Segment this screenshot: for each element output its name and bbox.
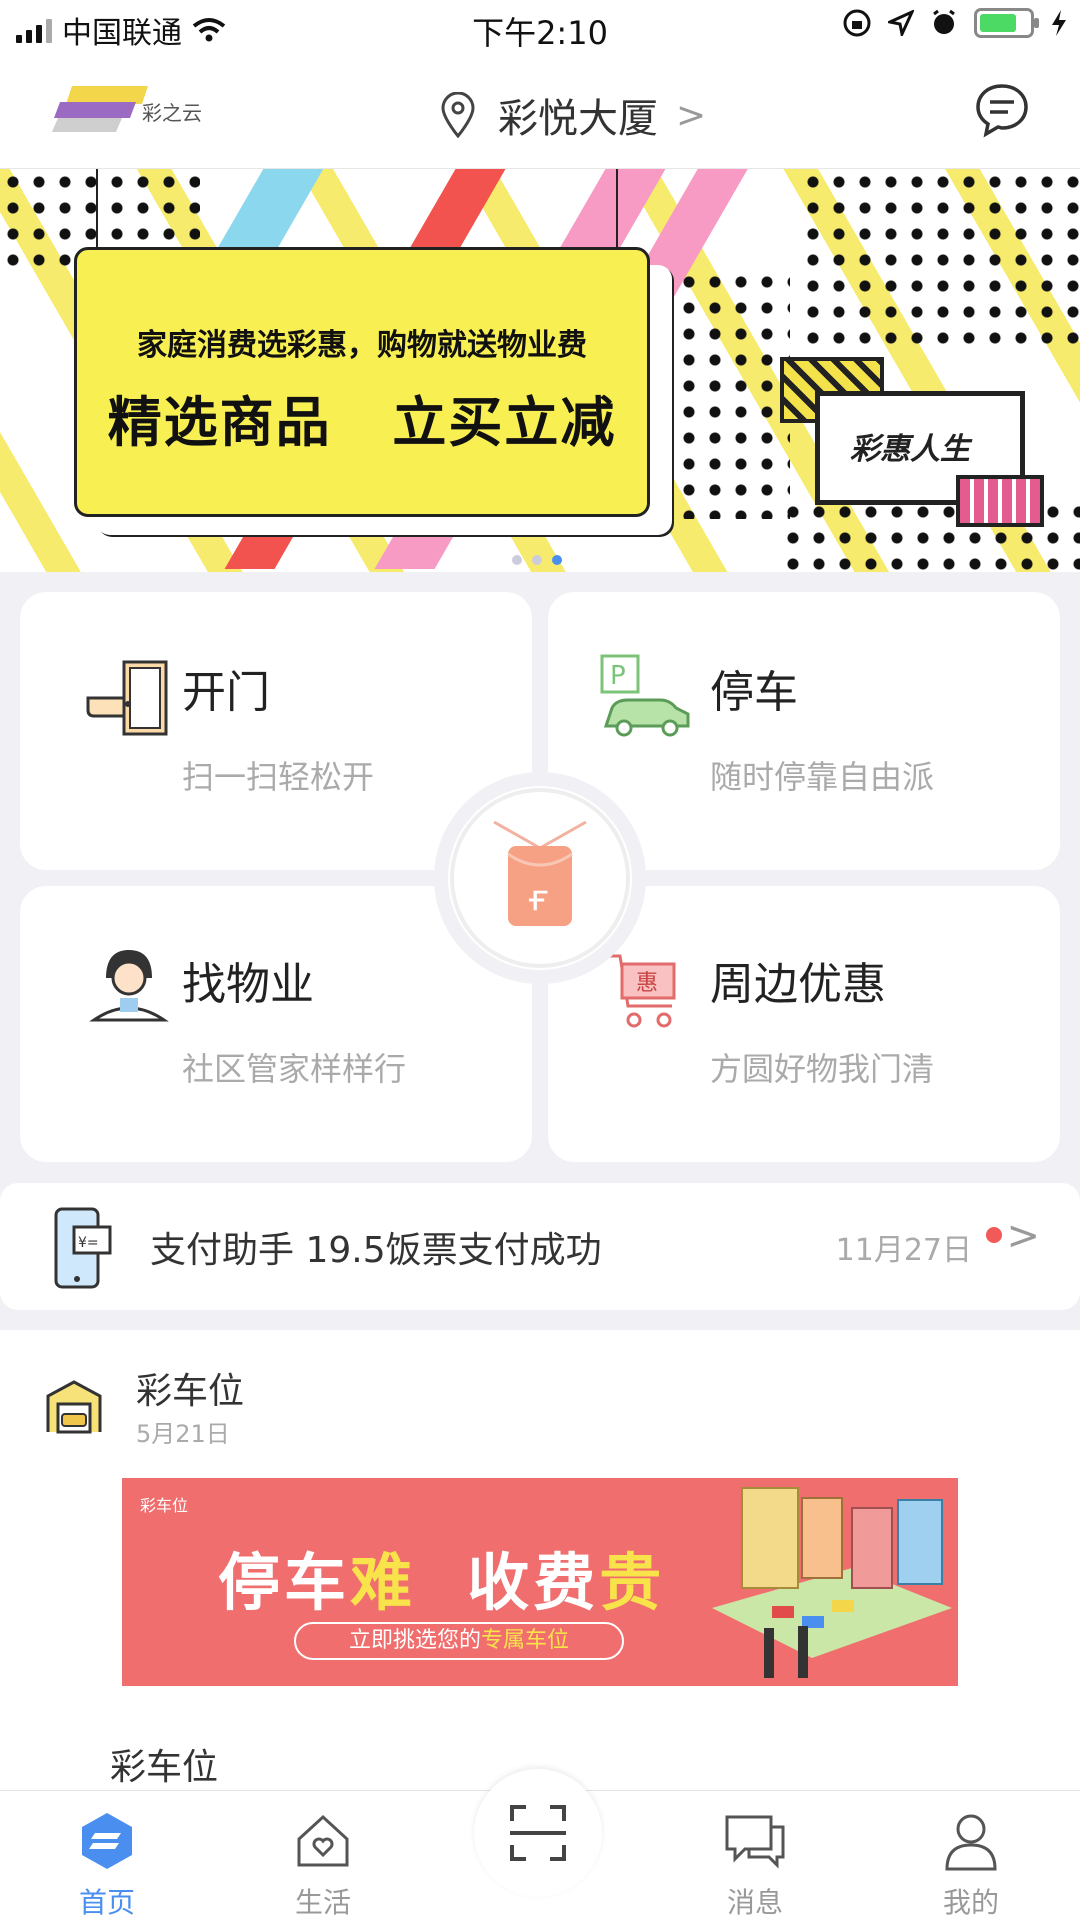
logo-text: 彩之云 bbox=[142, 101, 202, 125]
ad-headline-highlight: 贵 bbox=[599, 1546, 666, 1619]
parking-ad-banner[interactable]: 彩车位 停车难 收费贵 立即挑选您的专属车位 bbox=[122, 1478, 958, 1686]
unread-dot bbox=[986, 1227, 1002, 1243]
service-subtitle: 扫一扫轻松开 bbox=[182, 758, 375, 796]
pager-dot bbox=[512, 555, 522, 565]
feed-date: 5月21日 bbox=[136, 1420, 230, 1448]
scan-button[interactable] bbox=[474, 1769, 602, 1897]
service-subtitle: 随时停靠自由派 bbox=[710, 758, 935, 796]
payment-notice-row[interactable]: ¥= 支付助手 19.5饭票支付成功 11月27日 > bbox=[0, 1183, 1080, 1310]
rotation-lock-icon bbox=[843, 9, 871, 37]
ad-headline: 停车难 收费贵 bbox=[218, 1532, 665, 1622]
banner-dots-right bbox=[800, 169, 1080, 349]
status-bar: 中国联通 下午2:10 bbox=[0, 0, 1080, 56]
city-buildings-illustration bbox=[712, 1487, 952, 1678]
status-right bbox=[842, 8, 1068, 38]
ad-headline-part: 收费 bbox=[467, 1546, 600, 1619]
house-heart-icon bbox=[297, 1814, 349, 1867]
top-header: 彩之云 彩悦大厦 > bbox=[0, 56, 1080, 169]
svg-text:P: P bbox=[610, 661, 626, 691]
banner-tag-text: 彩惠人生 bbox=[850, 432, 970, 467]
tab-label: 我的 bbox=[942, 1886, 999, 1919]
chat-icon bbox=[725, 1815, 785, 1869]
envelope-glyph: ғ bbox=[528, 878, 549, 919]
tab-label: 消息 bbox=[726, 1886, 783, 1919]
alarm-icon bbox=[933, 9, 955, 34]
tab-label: 首页 bbox=[78, 1886, 135, 1919]
svg-text:惠: 惠 bbox=[636, 971, 658, 996]
battery-icon bbox=[974, 8, 1039, 38]
service-subtitle: 方圆好物我门清 bbox=[710, 1050, 935, 1088]
tag-barcode bbox=[956, 475, 1044, 527]
service-title: 找物业 bbox=[182, 959, 314, 1010]
location-chevron-icon: > bbox=[676, 94, 707, 136]
garage-icon bbox=[46, 1380, 102, 1434]
ad-brand: 彩车位 bbox=[140, 1496, 189, 1515]
tab-messages[interactable]: 消息 bbox=[690, 1811, 820, 1921]
banner-pager bbox=[512, 555, 562, 565]
notice-text: 支付助手 19.5饭票支付成功 bbox=[150, 1230, 602, 1271]
red-envelope-button[interactable]: ғ bbox=[448, 786, 632, 970]
tab-label: 生活 bbox=[294, 1886, 351, 1919]
phone-payment-icon: ¥= bbox=[54, 1207, 112, 1289]
app-logo-icon[interactable]: 彩之云 bbox=[52, 80, 212, 140]
service-title: 周边优惠 bbox=[710, 959, 886, 1010]
bottom-tab-bar: 首页 生活 消息 我的 bbox=[0, 1769, 1080, 1921]
promo-banner[interactable]: 家庭消费选彩惠，购物就送物业费 精选商品 立买立减 彩惠人生 bbox=[0, 169, 1080, 572]
svg-text:¥=: ¥= bbox=[78, 1235, 99, 1251]
chevron-right-icon: > bbox=[1006, 1213, 1040, 1259]
feed-section: 彩车位 5月21日 彩车位 停车难 收费贵 立即挑选您的专属车位 彩车位 bbox=[0, 1330, 1080, 1790]
banner-line-2: 精选商品 立买立减 bbox=[107, 391, 617, 454]
tab-profile[interactable]: 我的 bbox=[906, 1811, 1036, 1921]
service-title: 停车 bbox=[710, 667, 798, 718]
location-selector[interactable]: 彩悦大厦 > bbox=[440, 86, 706, 144]
message-bubble-icon[interactable] bbox=[974, 82, 1030, 138]
feed-title: 彩车位 bbox=[136, 1371, 245, 1412]
banner-line-1: 家庭消费选彩惠，购物就送物业费 bbox=[137, 328, 587, 363]
ad-cta-highlight: 专属车位 bbox=[481, 1628, 570, 1653]
service-subtitle: 社区管家样样行 bbox=[182, 1050, 407, 1088]
red-envelope-icon: ғ bbox=[450, 788, 630, 968]
banner-dots-middle bbox=[650, 269, 790, 519]
scan-icon bbox=[510, 1805, 566, 1861]
ad-cta-text: 立即挑选您的 bbox=[348, 1628, 481, 1653]
ad-headline-highlight: 难 bbox=[350, 1546, 417, 1619]
service-title: 开门 bbox=[182, 667, 270, 718]
parking-car-icon: P bbox=[600, 654, 690, 737]
sign-string-left bbox=[96, 169, 98, 255]
tab-life[interactable]: 生活 bbox=[258, 1811, 388, 1921]
banner-sign: 家庭消费选彩惠，购物就送物业费 精选商品 立买立减 bbox=[74, 247, 650, 517]
charging-bolt-icon bbox=[1052, 10, 1066, 36]
pager-dot bbox=[532, 555, 542, 565]
location-name: 彩悦大厦 bbox=[498, 96, 658, 142]
ad-headline-part: 停车 bbox=[218, 1546, 351, 1619]
home-logo-icon bbox=[82, 1813, 132, 1869]
location-arrow-icon bbox=[888, 10, 914, 36]
tab-home[interactable]: 首页 bbox=[42, 1811, 172, 1921]
sign-string-right bbox=[616, 169, 618, 255]
location-pin-icon bbox=[441, 92, 475, 138]
property-staff-icon bbox=[89, 950, 169, 1022]
notice-date: 11月27日 bbox=[835, 1233, 972, 1268]
door-icon bbox=[86, 660, 168, 736]
person-icon bbox=[945, 1814, 997, 1871]
feed-next-title: 彩车位 bbox=[110, 1747, 219, 1788]
pager-dot-active bbox=[552, 555, 562, 565]
ad-cta-pill[interactable]: 立即挑选您的专属车位 bbox=[294, 1622, 624, 1660]
